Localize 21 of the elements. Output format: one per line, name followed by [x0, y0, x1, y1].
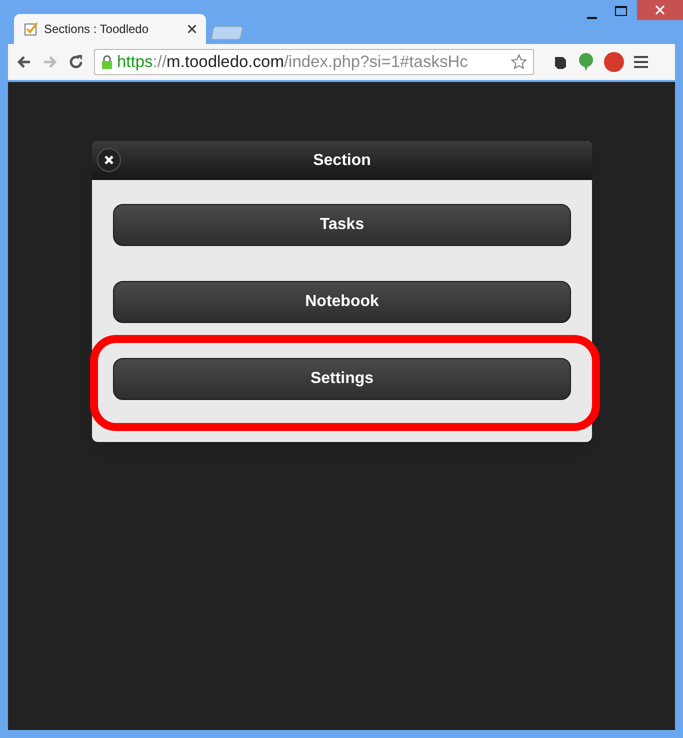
speech-bubble-icon[interactable]: [578, 53, 594, 71]
menu-icon[interactable]: [634, 56, 648, 68]
checkbox-icon: [24, 22, 38, 36]
lock-icon: [101, 55, 113, 69]
reload-icon[interactable]: [68, 54, 84, 70]
browser-tab[interactable]: Sections : Toodledo: [14, 14, 206, 44]
close-icon: [655, 5, 665, 15]
address-bar[interactable]: https://m.toodledo.com/index.php?si=1#tasksHc: [94, 49, 534, 75]
close-button[interactable]: [97, 148, 121, 172]
close-window-button[interactable]: [637, 0, 683, 20]
section-button[interactable]: Tasks: [113, 204, 571, 246]
section-button[interactable]: Notebook: [113, 281, 571, 323]
close-icon[interactable]: [188, 25, 196, 33]
url-text: https://m.toodledo.com/index.php?si=1#tasksHc: [117, 52, 469, 73]
section-button[interactable]: Settings: [113, 358, 571, 400]
dialog-title: Section: [313, 150, 371, 170]
close-icon: [104, 155, 114, 165]
back-icon[interactable]: [16, 54, 32, 70]
star-icon[interactable]: [511, 54, 527, 70]
tab-title: Sections : Toodledo: [44, 21, 150, 38]
maximize-icon[interactable]: [615, 6, 627, 16]
